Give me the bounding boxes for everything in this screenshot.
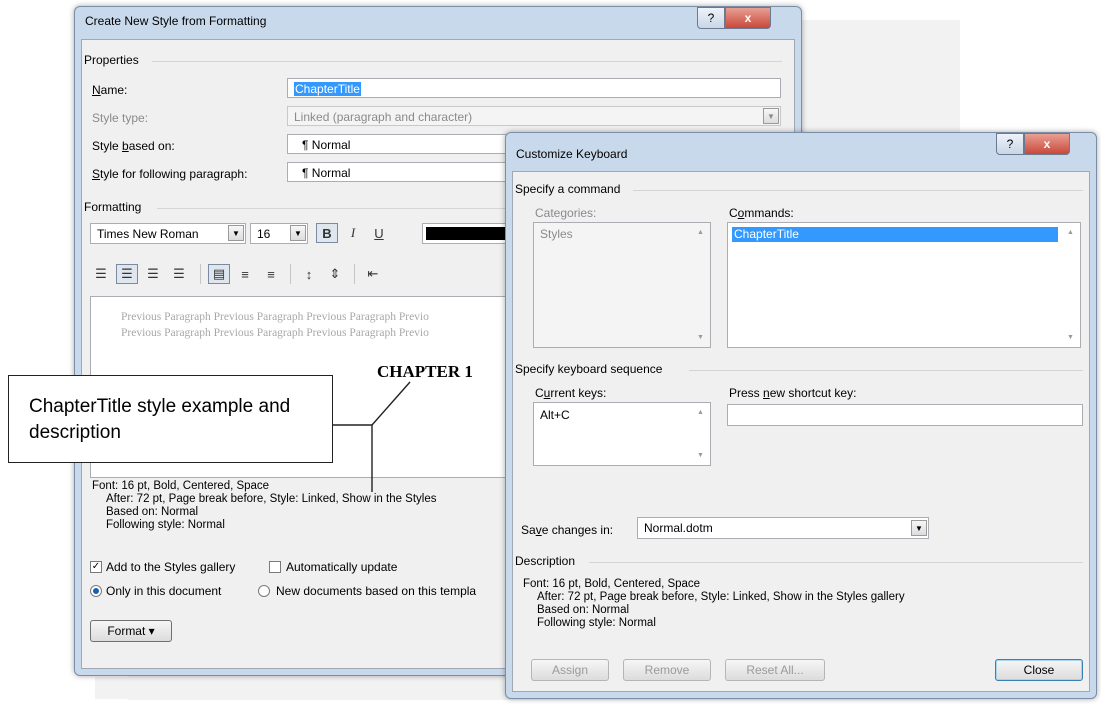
- close-button[interactable]: Close: [995, 659, 1083, 681]
- press-new-key-label: Press new shortcut key:: [729, 386, 857, 400]
- callout-text: ChapterTitle style example and descripti…: [29, 396, 291, 443]
- description-line: After: 72 pt, Page break before, Style: …: [537, 591, 905, 603]
- scrollbar[interactable]: ▲ ▼: [1063, 223, 1080, 347]
- keyboard-description: Font: 16 pt, Bold, Centered, Space After…: [523, 578, 905, 630]
- scrollbar[interactable]: ▲ ▼: [693, 403, 710, 465]
- categories-label: Categories:: [535, 206, 597, 220]
- save-in-label: Save changes in:: [521, 523, 614, 537]
- section-separator: [689, 370, 1083, 371]
- section-separator: [633, 190, 1083, 191]
- current-key-item[interactable]: Alt+C: [538, 408, 690, 423]
- scrollbar[interactable]: ▲ ▼: [693, 223, 710, 347]
- assign-button[interactable]: Assign: [531, 659, 609, 681]
- save-in-value: Normal.dotm: [644, 521, 713, 535]
- specify-sequence-heading: Specify keyboard sequence: [515, 362, 663, 376]
- current-keys-list[interactable]: Alt+C ▲ ▼: [533, 402, 711, 466]
- customize-keyboard-dialog: Customize Keyboard ? x Specify a command…: [505, 132, 1097, 699]
- help-button[interactable]: ?: [996, 133, 1024, 155]
- current-keys-label: Current keys:: [535, 386, 607, 400]
- commands-label: Commands:: [729, 206, 794, 220]
- description-heading: Description: [515, 554, 576, 568]
- categories-list[interactable]: Styles ▲ ▼: [533, 222, 711, 348]
- remove-button[interactable]: Remove: [623, 659, 711, 681]
- description-line: Following style: Normal: [537, 617, 656, 629]
- chevron-down-icon: ▼: [911, 520, 927, 536]
- dialog-title: Customize Keyboard: [516, 147, 628, 161]
- description-line: Based on: Normal: [537, 604, 630, 616]
- description-line: Font: 16 pt, Bold, Centered, Space: [523, 578, 701, 590]
- close-window-button[interactable]: x: [1024, 133, 1070, 155]
- specify-command-heading: Specify a command: [515, 182, 621, 196]
- category-item[interactable]: Styles: [538, 227, 690, 242]
- commands-list[interactable]: ChapterTitle ▲ ▼: [727, 222, 1081, 348]
- new-shortcut-input[interactable]: [727, 404, 1083, 426]
- callout-box: ChapterTitle style example and descripti…: [8, 375, 333, 463]
- reset-all-button[interactable]: Reset All...: [725, 659, 825, 681]
- save-in-select[interactable]: Normal.dotm ▼: [637, 517, 929, 539]
- section-separator: [589, 562, 1083, 563]
- command-item[interactable]: ChapterTitle: [732, 227, 1058, 242]
- dialog-body: Specify a command Categories: Styles ▲ ▼ …: [512, 171, 1090, 692]
